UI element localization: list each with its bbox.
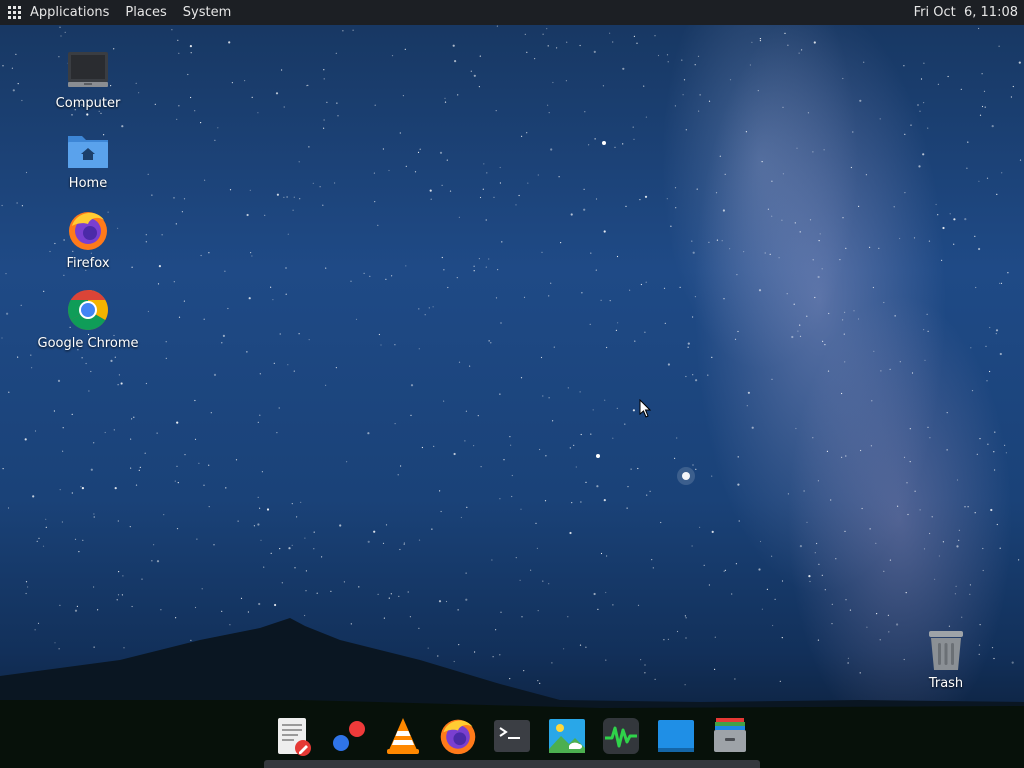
desktop-icon-computer[interactable]: Computer: [33, 48, 143, 111]
top-panel: Applications Places System Fri Oct 6, 11…: [0, 0, 1024, 25]
dock-item-system-monitor[interactable]: [601, 716, 641, 756]
clock[interactable]: Fri Oct 6, 11:08: [906, 0, 1024, 25]
chrome-icon: [68, 290, 108, 330]
terminal-icon: [494, 720, 530, 752]
desktop-icon-label: Trash: [928, 676, 964, 691]
color-dots-app-icon: [332, 721, 365, 751]
system-monitor-icon: [603, 718, 639, 754]
text-editor-icon: [278, 718, 311, 756]
dock-item-archive-manager[interactable]: [710, 716, 750, 756]
desktop-icon-firefox[interactable]: Firefox: [33, 208, 143, 271]
dock-item-image-viewer[interactable]: [547, 716, 587, 756]
desktop-icon-trash[interactable]: Trash: [891, 628, 1001, 691]
system-menu-label: System: [182, 5, 232, 20]
trash-icon: [929, 631, 963, 670]
blue-window-icon: [657, 720, 694, 752]
dock-item-blue-window[interactable]: [656, 716, 696, 756]
dock-item-terminal[interactable]: [492, 716, 532, 756]
desktop-icon-label: Google Chrome: [37, 336, 139, 351]
applications-menu[interactable]: Applications: [0, 0, 117, 25]
places-menu[interactable]: Places: [117, 0, 174, 25]
vlc-icon: [387, 718, 419, 754]
computer-icon: [68, 52, 108, 87]
dock-item-firefox[interactable]: [438, 716, 478, 756]
firefox-icon: [69, 212, 107, 250]
dock-item-text-editor[interactable]: [274, 716, 314, 756]
desktop-icon-label: Computer: [55, 96, 121, 111]
clock-label: Fri Oct 6, 11:08: [913, 5, 1018, 20]
dock-item-color-dots-app[interactable]: [329, 716, 369, 756]
desktop-icon-google-chrome[interactable]: Google Chrome: [33, 288, 143, 351]
image-viewer-icon: [548, 719, 585, 753]
apps-grid-icon: [8, 6, 21, 19]
mouse-pointer-icon: [639, 399, 652, 418]
dock-item-vlc[interactable]: [383, 716, 423, 756]
home-folder-icon: [68, 136, 108, 168]
desktop[interactable]: Applications Places System Fri Oct 6, 11…: [0, 0, 1024, 768]
dock: [264, 711, 760, 761]
firefox-icon: [440, 719, 475, 755]
desktop-icon-label: Home: [68, 176, 108, 191]
applications-menu-label: Applications: [30, 5, 110, 20]
system-menu[interactable]: System: [175, 0, 239, 25]
dock-bar: [264, 760, 760, 768]
desktop-icon-home[interactable]: Home: [33, 128, 143, 191]
desktop-icon-label: Firefox: [66, 256, 110, 271]
archive-manager-icon: [714, 718, 746, 752]
wallpaper: [0, 25, 1024, 768]
places-menu-label: Places: [125, 5, 167, 20]
